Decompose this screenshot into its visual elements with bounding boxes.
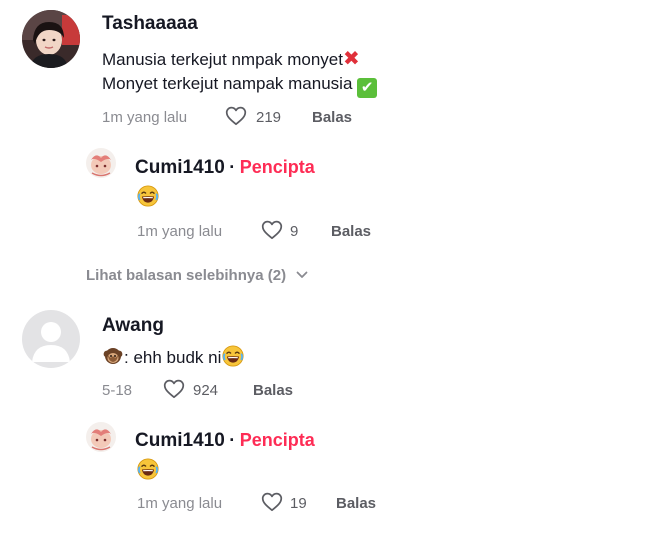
reply-header: Cumi1410 · Pencipta [135,430,315,452]
comment-author[interactable]: Tashaaaaa [102,13,198,35]
reply-button[interactable]: Balas [253,382,293,399]
reply-header: Cumi1410 · Pencipta [135,157,315,179]
avatar-cumi1410[interactable] [86,148,116,178]
creator-badge: Pencipta [239,157,315,177]
separator-dot: · [229,157,236,177]
reply-timestamp: 1m yang lalu [137,223,223,240]
avatar-image [86,422,116,452]
face-with-tears-of-joy-icon [137,185,159,207]
like-count: 924 [193,382,219,399]
monkey-icon [103,348,123,364]
heart-icon[interactable] [261,492,283,512]
comment-timestamp: 5-18 [102,382,133,399]
cross-mark-icon: ✖ [342,48,360,70]
comment-text: : ehh budk ni [102,345,244,368]
default-avatar-icon [22,310,80,368]
comment-text-line1: Manusia terkejut nmpak monyet✖ [102,46,360,71]
like-count: 19 [290,495,307,512]
heart-icon[interactable] [225,106,247,126]
view-more-replies-label: Lihat balasan selebihnya (2) [86,267,287,284]
avatar-cumi1410[interactable] [86,422,116,452]
face-with-tears-of-joy-icon [222,345,244,367]
check-mark-icon: ✔ [357,78,378,98]
creator-badge: Pencipta [239,430,315,450]
comment-text: Manusia terkejut nmpak monyet [102,50,343,69]
like-count: 9 [290,223,299,240]
reply-button[interactable]: Balas [331,223,371,240]
avatar-image [22,10,80,68]
heart-icon[interactable] [163,379,185,399]
reply-timestamp: 1m yang lalu [137,495,223,512]
reply-author[interactable]: Cumi1410 [135,430,225,451]
avatar-image [86,148,116,178]
view-more-replies[interactable]: Lihat balasan selebihnya (2) [86,267,308,284]
separator-dot: · [229,430,236,450]
comment-author[interactable]: Awang [102,315,164,337]
reply-author[interactable]: Cumi1410 [135,157,225,178]
like-count: 219 [256,109,282,126]
comment-timestamp: 1m yang lalu [102,109,188,126]
comment-text-line2: Monyet terkejut nampak manusia ✔ [102,74,378,98]
reply-button[interactable]: Balas [312,109,352,126]
avatar-awang[interactable] [22,310,80,368]
comment-text: Monyet terkejut nampak manusia [102,74,353,93]
reply-button[interactable]: Balas [336,495,376,512]
comment-text-body: : ehh budk ni [124,348,222,367]
avatar-tashaaaaa[interactable] [22,10,80,68]
chevron-down-icon [296,271,308,278]
face-with-tears-of-joy-icon [137,458,159,480]
heart-icon[interactable] [261,220,283,240]
